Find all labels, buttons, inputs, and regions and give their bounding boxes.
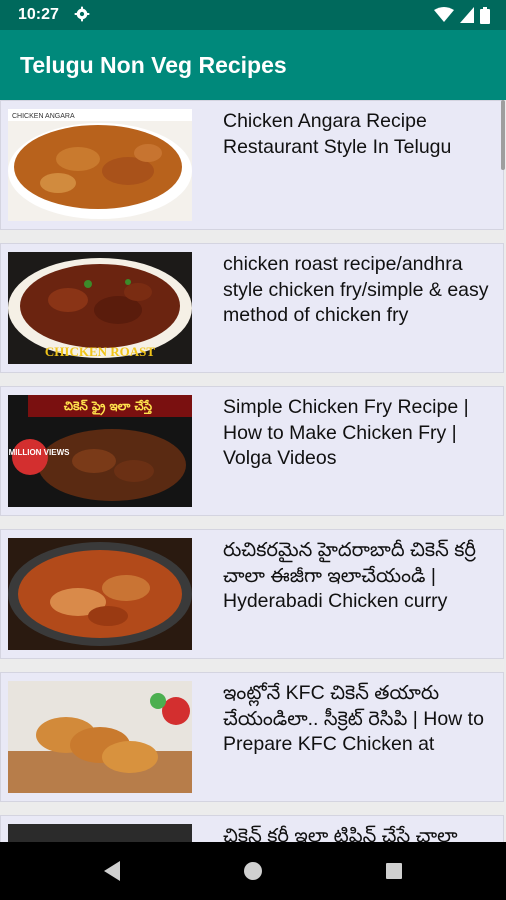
thumb-caption: CHICKEN ANGARA xyxy=(12,113,75,120)
video-title[interactable]: చికెన్ కర్రీ ఇలా టిఫిన్ చేస్తే చాలా xyxy=(223,824,501,842)
thumb-badge: 1.7+ MILLION VIEWS xyxy=(8,448,70,457)
app-bar: Telugu Non Veg Recipes xyxy=(0,30,506,100)
video-title[interactable]: రుచికరమైన హైదరాబాదీ చికెన్ కర్రీ చాలా ఈజ… xyxy=(223,538,501,615)
video-thumbnail[interactable] xyxy=(8,538,192,650)
video-title[interactable]: chicken roast recipe/andhra style chicke… xyxy=(223,252,501,329)
chicken-fry-thumbnail-image: చికెన్ ఫ్రై ఇలా చేస్తే 1.7+ MILLION VIEW… xyxy=(8,395,192,507)
wifi-icon xyxy=(434,7,454,22)
video-card[interactable]: చికెన్ ఫ్రై ఇలా చేస్తే 1.7+ MILLION VIEW… xyxy=(0,386,504,516)
home-icon[interactable] xyxy=(241,859,265,883)
recents-icon[interactable] xyxy=(382,859,406,883)
navigation-bar xyxy=(0,842,506,900)
video-thumbnail[interactable]: చికెన్ ఫ్రై ఇలా చేస్తే 1.7+ MILLION VIEW… xyxy=(8,395,192,507)
video-thumbnail[interactable]: CHICKEN ROAST xyxy=(8,252,192,364)
back-icon[interactable] xyxy=(100,859,124,883)
video-thumbnail[interactable] xyxy=(8,824,192,842)
thumb-caption: CHICKEN ROAST xyxy=(45,344,155,359)
chicken-roast-thumbnail-image: CHICKEN ROAST xyxy=(8,252,192,364)
battery-icon xyxy=(480,6,490,24)
video-card[interactable]: CHICKEN ANGARA Chicken Angara Recipe Res… xyxy=(0,100,504,230)
hyderabadi-curry-thumbnail-image xyxy=(8,538,192,650)
signal-icon xyxy=(460,7,474,23)
kfc-chicken-thumbnail-image xyxy=(8,681,192,793)
video-list[interactable]: CHICKEN ANGARA Chicken Angara Recipe Res… xyxy=(0,100,506,842)
video-card[interactable]: రుచికరమైన హైదరాబాదీ చికెన్ కర్రీ చాలా ఈజ… xyxy=(0,529,504,659)
video-thumbnail[interactable] xyxy=(8,681,192,793)
video-card[interactable]: చికెన్ కర్రీ ఇలా టిఫిన్ చేస్తే చాలా xyxy=(0,815,504,842)
video-title[interactable]: Simple Chicken Fry Recipe | How to Make … xyxy=(223,395,501,472)
app-title: Telugu Non Veg Recipes xyxy=(20,52,287,78)
gear-icon xyxy=(74,6,90,22)
chicken-curry-thumbnail-image: CHICKEN ANGARA xyxy=(8,109,192,221)
scrollbar[interactable] xyxy=(501,100,505,170)
status-time: 10:27 xyxy=(18,6,59,23)
video-title[interactable]: Chicken Angara Recipe Restaurant Style I… xyxy=(223,109,501,160)
video-title[interactable]: ఇంట్లోనే KFC చికెన్ తయారు చేయండిలా.. సీక… xyxy=(223,681,501,758)
status-bar: 10:27 xyxy=(0,0,506,30)
chicken-curry-thumbnail-image xyxy=(8,824,192,842)
video-thumbnail[interactable]: CHICKEN ANGARA xyxy=(8,109,192,221)
video-card[interactable]: CHICKEN ROAST chicken roast recipe/andhr… xyxy=(0,243,504,373)
video-card[interactable]: ఇంట్లోనే KFC చికెన్ తయారు చేయండిలా.. సీక… xyxy=(0,672,504,802)
